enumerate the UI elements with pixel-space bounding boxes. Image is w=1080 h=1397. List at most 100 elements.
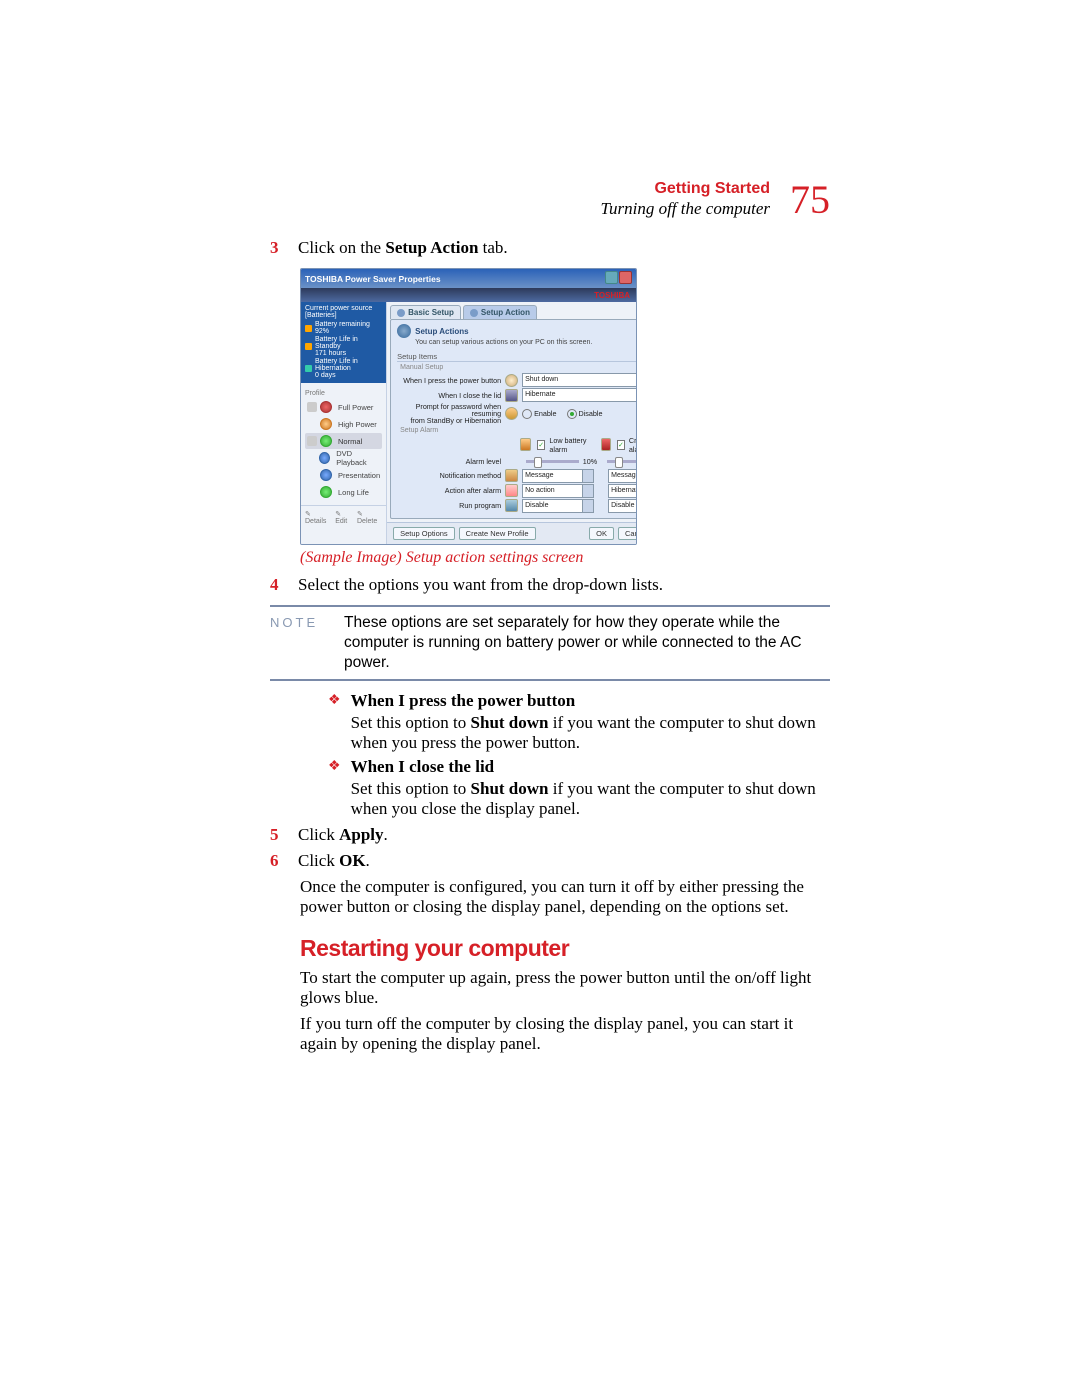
low-alarm-slider[interactable] bbox=[526, 460, 579, 463]
profile-icon bbox=[319, 452, 330, 464]
diamond-bullet-icon: ❖ bbox=[328, 691, 341, 753]
key-icon bbox=[505, 407, 518, 420]
bell-icon bbox=[505, 469, 518, 482]
sub-label: Manual Setup bbox=[400, 364, 637, 371]
critical-alarm-checkbox[interactable]: ✓ bbox=[617, 440, 625, 450]
step-text-bold: Apply bbox=[339, 825, 383, 844]
panel-title: Setup Actions bbox=[415, 327, 468, 336]
run-program-dropdown[interactable]: Disable bbox=[608, 499, 637, 513]
status-value: 171 hours bbox=[315, 350, 346, 357]
brand-label: TOSHIBA bbox=[594, 291, 630, 300]
profile-label: Long Life bbox=[338, 488, 369, 497]
notification-dropdown[interactable]: Message bbox=[608, 469, 637, 483]
step-text-bold: OK bbox=[339, 851, 365, 870]
new-profile-button[interactable]: Create New Profile bbox=[459, 527, 536, 540]
standby-icon bbox=[305, 343, 312, 350]
window-title: TOSHIBA Power Saver Properties bbox=[305, 274, 441, 284]
bullet-text: Set this option to bbox=[351, 713, 471, 732]
profile-item[interactable]: Presentation bbox=[305, 467, 382, 483]
run-program-dropdown[interactable]: Disable bbox=[522, 499, 594, 513]
section-label: Setup Items bbox=[397, 352, 637, 362]
profile-label: Full Power bbox=[338, 403, 373, 412]
image-caption: (Sample Image) Setup action settings scr… bbox=[300, 549, 830, 567]
profile-icon bbox=[320, 469, 332, 481]
action-dropdown[interactable]: No action bbox=[522, 484, 594, 498]
row-label: Notification method bbox=[397, 471, 505, 480]
note-block: NOTE These options are set separately fo… bbox=[270, 605, 830, 681]
profile-label: High Power bbox=[338, 420, 377, 429]
step-5: 5 Click Apply. bbox=[270, 825, 830, 845]
lid-icon bbox=[505, 389, 518, 402]
close-lid-dropdown[interactable]: Hibernate bbox=[522, 388, 637, 402]
radio-enable[interactable] bbox=[522, 409, 532, 419]
slider-value: 10% bbox=[583, 457, 597, 466]
profiles-label: Profile bbox=[305, 390, 382, 397]
cancel-button[interactable]: Cancel bbox=[618, 527, 637, 540]
action-dropdown[interactable]: Hibernate bbox=[608, 484, 637, 498]
profile-item[interactable]: Long Life bbox=[305, 484, 382, 500]
bullet-title: When I press the power button bbox=[351, 691, 830, 711]
body-paragraph: To start the computer up again, press th… bbox=[300, 968, 830, 1008]
body-paragraph: If you turn off the computer by closing … bbox=[300, 1014, 830, 1054]
profile-item[interactable]: DVD Playback bbox=[305, 450, 382, 466]
program-icon bbox=[505, 499, 518, 512]
profile-label: Presentation bbox=[338, 471, 380, 480]
row-label: Alarm level bbox=[397, 457, 505, 466]
note-text: These options are set separately for how… bbox=[344, 613, 830, 673]
left-sidebar: Current power source [Batteries] Battery… bbox=[301, 302, 387, 544]
step-number: 4 bbox=[270, 575, 298, 595]
plug-icon bbox=[307, 402, 317, 412]
row-label: Run program bbox=[397, 501, 505, 510]
step-text: Click bbox=[298, 825, 339, 844]
delete-button[interactable]: Delete bbox=[357, 510, 382, 525]
low-alarm-checkbox[interactable]: ✓ bbox=[537, 440, 545, 450]
setup-options-button[interactable]: Setup Options bbox=[393, 527, 455, 540]
step-text: . bbox=[384, 825, 388, 844]
close-icon[interactable] bbox=[619, 271, 632, 284]
section-heading: Restarting your computer bbox=[300, 935, 830, 962]
page-header: Getting Started Turning off the computer… bbox=[270, 180, 830, 220]
action-icon bbox=[505, 484, 518, 497]
hibernate-icon bbox=[305, 365, 312, 372]
status-label: Battery Life in Hibernation bbox=[315, 358, 358, 372]
row-label: When I press the power button bbox=[397, 376, 505, 385]
bullet-item: ❖ When I close the lid Set this option t… bbox=[328, 757, 830, 819]
battery-icon bbox=[305, 325, 312, 332]
bullet-item: ❖ When I press the power button Set this… bbox=[328, 691, 830, 753]
ok-button[interactable]: OK bbox=[589, 527, 614, 540]
details-button[interactable]: Details bbox=[305, 510, 331, 525]
gear-icon bbox=[397, 309, 405, 317]
profile-icon bbox=[320, 418, 332, 430]
tab-label: Basic Setup bbox=[408, 308, 454, 317]
body-paragraph: Once the computer is configured, you can… bbox=[300, 877, 830, 917]
diamond-bullet-icon: ❖ bbox=[328, 757, 341, 819]
profile-item-selected[interactable]: Normal bbox=[305, 433, 382, 449]
radio-disable[interactable] bbox=[567, 409, 577, 419]
checkbox-label: Low battery alarm bbox=[549, 436, 595, 454]
chapter-title: Getting Started bbox=[600, 180, 770, 198]
step-text-bold: Setup Action bbox=[385, 238, 478, 257]
critical-alarm-slider[interactable] bbox=[607, 460, 637, 463]
tab-setup-action[interactable]: Setup Action bbox=[463, 305, 537, 319]
notification-dropdown[interactable]: Message bbox=[522, 469, 594, 483]
sub-label: Setup Alarm bbox=[400, 427, 637, 434]
power-button-icon bbox=[505, 374, 518, 387]
row-label: Action after alarm bbox=[397, 486, 505, 495]
note-label: NOTE bbox=[270, 613, 344, 673]
checkbox-label: Critical battery alarm bbox=[629, 436, 637, 454]
edit-button[interactable]: Edit bbox=[335, 510, 353, 525]
step-number: 5 bbox=[270, 825, 298, 845]
tab-basic-setup[interactable]: Basic Setup bbox=[390, 305, 461, 319]
bullet-text: Set this option to bbox=[351, 779, 471, 798]
help-icon[interactable] bbox=[605, 271, 618, 284]
profile-item[interactable]: Full Power bbox=[305, 399, 382, 415]
profile-item[interactable]: High Power bbox=[305, 416, 382, 432]
tab-label: Setup Action bbox=[481, 308, 530, 317]
status-label: Battery remaining bbox=[315, 321, 370, 328]
battery-icon bbox=[307, 436, 317, 446]
profile-icon bbox=[320, 486, 332, 498]
profile-label: Normal bbox=[338, 437, 362, 446]
power-button-dropdown[interactable]: Shut down bbox=[522, 373, 637, 387]
step-number: 3 bbox=[270, 238, 298, 258]
panel-icon bbox=[397, 324, 411, 338]
